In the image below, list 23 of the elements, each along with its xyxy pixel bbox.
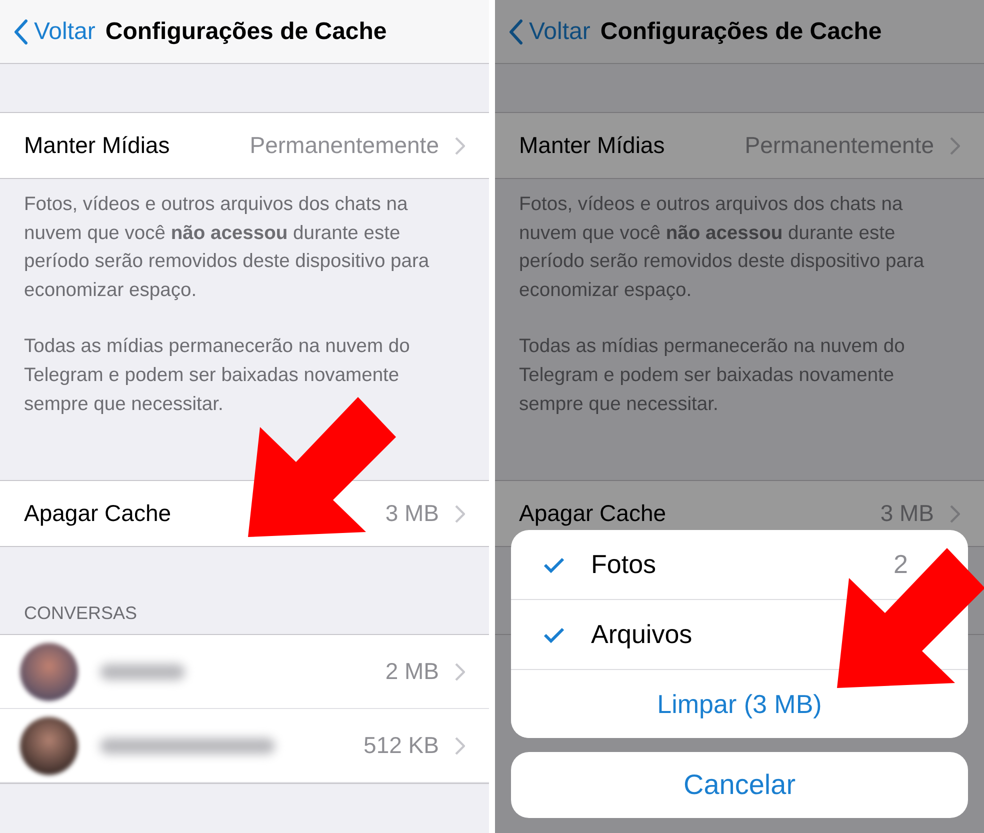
back-chevron-icon [509,18,523,44]
chevron-icon [455,504,465,522]
back-button[interactable]: Voltar [14,18,96,46]
keep-media-row[interactable]: Manter Mídias Permanentemente [0,113,489,179]
description-text: Todas as mídias permanecerão na nuvem do Telegram e podem ser baixadas novamente sempre que necessitar. [519,335,906,417]
size-value: 2 MB [385,658,439,685]
size-value: 512 KB [364,732,439,759]
screen-title: Configurações de Cache [105,18,387,46]
screen-title: Configurações de Cache [600,18,882,46]
chevron-icon [455,136,465,154]
avatar [20,716,78,774]
back-chevron-icon [14,18,28,44]
description-text: Todas as mídias permanecerão na nuvem do Telegram e podem ser baixadas novamente sempre que necessitar. [24,335,411,417]
chevron-icon [455,736,465,754]
chevron-icon [950,504,960,522]
description-text: Fotos, vídeos e outros arquivos dos chats na nuvem que você não acessou durante este período serão removidos deste dispositivo para economizar espaço. [519,193,926,303]
description-text: Fotos, vídeos e outros arquivos dos chats na nuvem que você não acessou durante este período serão removidos deste dispositivo para economizar espaço. [24,193,430,303]
keep-media-row[interactable]: Manter Mídias Permanentemente [495,113,984,179]
chevron-icon [950,136,960,154]
chevron-icon [455,662,465,680]
section-header: CONVERSAS [24,603,138,624]
avatar [20,642,78,700]
cancel-button[interactable]: Cancelar [511,752,968,818]
